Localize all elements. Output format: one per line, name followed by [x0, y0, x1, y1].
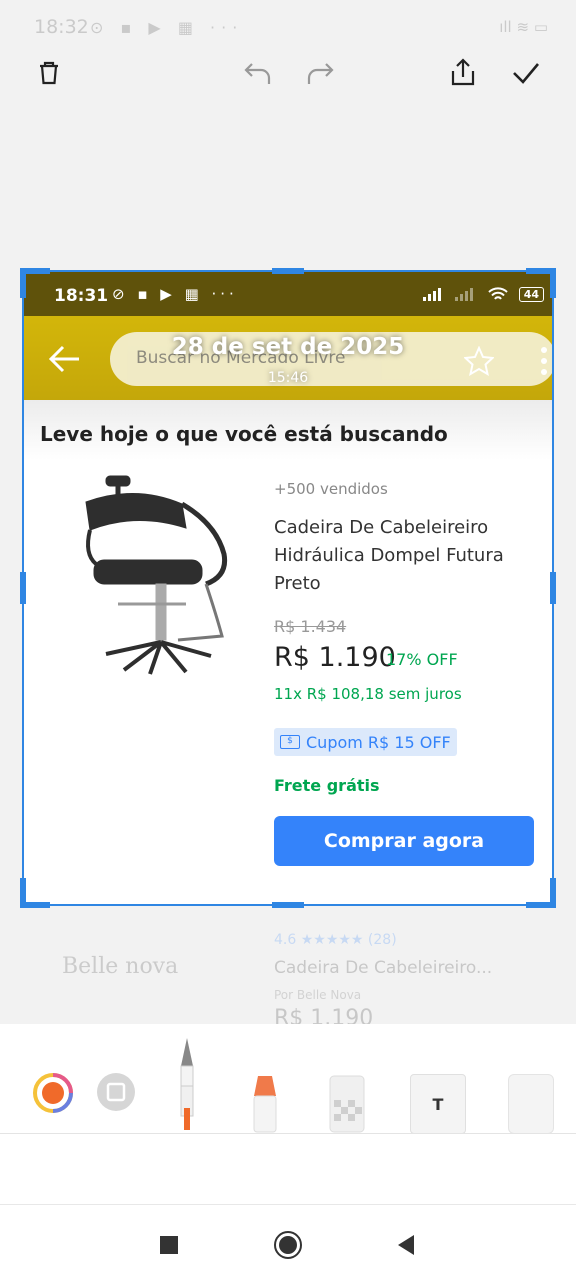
- section-heading: Leve hoje o que você está buscando: [40, 422, 448, 446]
- old-price: R$ 1.434: [274, 617, 347, 636]
- battery-icon: 44: [518, 286, 544, 302]
- edit-tools-bar: T: [0, 1024, 576, 1134]
- background-seller: Por Belle Nova: [274, 988, 362, 1002]
- wifi-icon: [487, 287, 508, 300]
- installments-text: 11x R$ 108,18 sem juros: [274, 685, 462, 703]
- discount-badge: 17% OFF: [386, 650, 458, 669]
- inner-status-bar: 18:31 ⊘ ▪ ▶ ▦ ··· 44: [22, 270, 554, 316]
- outer-status-icons: ⊙ ▪ ▶ ▦ ···: [90, 18, 244, 37]
- product-title[interactable]: Cadeira De Cabeleireiro Hidráulica Dompe…: [274, 514, 542, 598]
- screenshot-preview[interactable]: 18:31 ⊘ ▪ ▶ ▦ ··· 44 Buscar no Mercado L…: [22, 270, 554, 906]
- star-icon[interactable]: [463, 345, 495, 380]
- ticket-icon: $: [280, 735, 300, 749]
- crop-handle-bottom[interactable]: [272, 902, 304, 908]
- text-tool-label: T: [432, 1094, 444, 1114]
- background-title: Cadeira De Cabeleireiro...: [274, 958, 493, 978]
- inner-status-time: 18:31: [54, 286, 109, 306]
- undo-icon[interactable]: [236, 52, 280, 96]
- pen-tool-icon[interactable]: [172, 1036, 202, 1138]
- background-listing: Belle nova 4.6 ★★★★★ (28) Cadeira De Cab…: [22, 914, 554, 1024]
- crop-handle-bottom-left-v[interactable]: [20, 878, 26, 908]
- background-rating: 4.6 ★★★★★ (28): [274, 932, 397, 948]
- share-icon[interactable]: [441, 50, 485, 94]
- signal-weak-icon: [454, 288, 473, 301]
- outer-status-time: 18:32: [34, 16, 89, 38]
- background-price: R$ 1.190: [274, 1006, 374, 1024]
- product-image[interactable]: [66, 464, 236, 684]
- crop-handle-top-left-v[interactable]: [20, 268, 26, 298]
- coupon-badge[interactable]: $ Cupom R$ 15 OFF: [274, 728, 457, 756]
- crop-handle-top-right-v[interactable]: [550, 268, 556, 298]
- free-shipping-label: Frete grátis: [274, 776, 380, 795]
- shape-tool-icon[interactable]: [96, 1072, 136, 1116]
- coupon-label: Cupom R$ 15 OFF: [306, 732, 451, 752]
- inner-app-header: Buscar no Mercado Livre 28 de set de 202…: [22, 316, 554, 400]
- signal-icon: [422, 288, 441, 301]
- back-icon[interactable]: [388, 1227, 424, 1263]
- inner-status-right: 44: [422, 286, 544, 302]
- check-icon[interactable]: [504, 51, 548, 95]
- more-icon[interactable]: [540, 346, 548, 380]
- eraser-tool-icon[interactable]: [508, 1074, 554, 1134]
- marker-tool-icon[interactable]: [248, 1072, 282, 1138]
- outer-status-right-icons: ıll ≋ ▭: [499, 18, 548, 36]
- recent-apps-icon[interactable]: [151, 1227, 187, 1263]
- inner-status-icons: ⊘ ▪ ▶ ▦ ···: [112, 285, 238, 303]
- redo-icon[interactable]: [298, 52, 342, 96]
- trash-icon[interactable]: [27, 51, 71, 95]
- outer-status-bar: 18:32 ⊙ ▪ ▶ ▦ ··· ıll ≋ ▭: [0, 0, 576, 56]
- current-price: R$ 1.190: [274, 642, 396, 673]
- crop-handle-top[interactable]: [272, 268, 304, 274]
- buy-now-button[interactable]: Comprar agora: [274, 816, 534, 866]
- crop-handle-left[interactable]: [20, 572, 26, 604]
- text-tool-icon[interactable]: T: [410, 1074, 466, 1134]
- mosaic-tool-icon[interactable]: [328, 1074, 366, 1138]
- tool-options-area: [0, 1134, 576, 1204]
- crop-handle-right[interactable]: [550, 572, 556, 604]
- sold-count: +500 vendidos: [274, 480, 388, 498]
- color-picker-icon[interactable]: [32, 1072, 74, 1118]
- background-brand-logo: Belle nova: [62, 954, 179, 979]
- crop-handle-bottom-right-v[interactable]: [550, 878, 556, 908]
- system-navigation-bar: [0, 1205, 576, 1280]
- home-icon[interactable]: [270, 1227, 306, 1263]
